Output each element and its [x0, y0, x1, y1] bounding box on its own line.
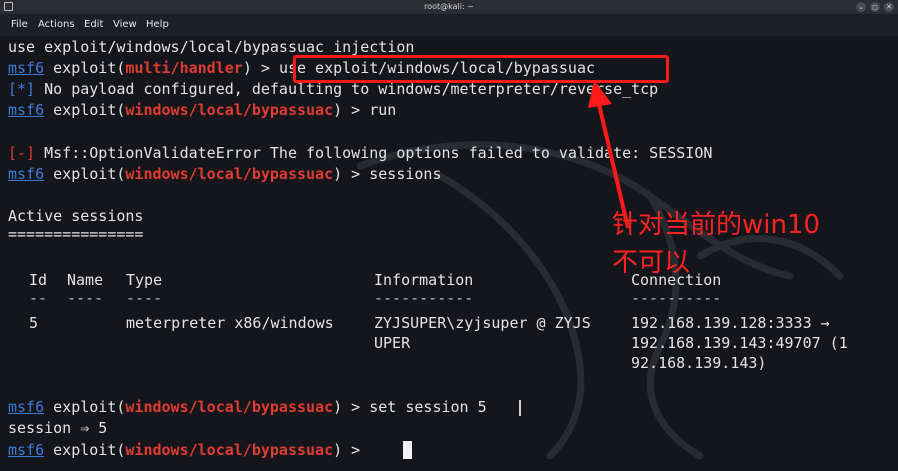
prompt-close: ) >: [333, 398, 370, 416]
terminal-current-prompt[interactable]: msf6 exploit(windows/local/bypassuac) >: [8, 440, 369, 460]
command-text: sessions: [369, 165, 442, 183]
menu-file[interactable]: File: [11, 19, 28, 30]
rule-connection: ----------: [631, 289, 722, 307]
header-type: Type: [126, 271, 163, 289]
terminal-output[interactable]: use exploit/windows/local/bypassuac inje…: [0, 36, 898, 471]
msf-prompt: msf6: [8, 165, 45, 183]
active-sessions-rule: ===============: [8, 225, 144, 243]
terminal-line-session-result: session ⇒ 5: [8, 419, 108, 437]
rule-id: --: [29, 289, 48, 307]
menu-help[interactable]: Help: [146, 19, 169, 30]
menu-actions[interactable]: Actions: [38, 19, 75, 30]
annotation-line2: 不可以: [612, 248, 691, 278]
cell-type: meterpreter x86/windows: [126, 314, 334, 332]
prompt-module: windows/local/bypassuac: [125, 441, 334, 459]
error-marker: [-]: [8, 144, 36, 162]
minimize-button[interactable]: ⌄: [856, 2, 866, 12]
active-sessions-title: Active sessions: [8, 207, 144, 225]
cell-id: 5: [29, 314, 39, 332]
msf-prompt: msf6: [8, 441, 45, 459]
window-title: root@kali: ~: [424, 2, 474, 11]
cell-connection-line1: 192.168.139.128:3333 →: [631, 314, 830, 332]
header-information: Information: [374, 271, 474, 289]
header-name: Name: [67, 271, 104, 289]
prompt-module: multi/handler: [125, 59, 243, 77]
window-titlebar: root@kali: ~ ⌄ ◻ ✕: [0, 0, 898, 14]
cell-connection-line3: 92.168.139.143): [631, 354, 767, 372]
prompt-exploit: exploit(: [44, 59, 126, 77]
msf-prompt: msf6: [8, 398, 45, 416]
terminal-line-sessions: msf6 exploit(windows/local/bypassuac) > …: [8, 164, 442, 184]
prompt-module: windows/local/bypassuac: [125, 165, 334, 183]
msf-prompt: msf6: [8, 101, 45, 119]
annotation-line1: 针对当前的win10: [612, 210, 821, 240]
cell-connection-line2: 192.168.139.143:49707 (1: [631, 334, 848, 352]
menu-edit[interactable]: Edit: [84, 19, 103, 30]
msf-prompt: msf6: [8, 59, 45, 77]
highlight-box: [293, 55, 669, 83]
prompt-module: windows/local/bypassuac: [125, 398, 334, 416]
maximize-button[interactable]: ◻: [870, 2, 880, 12]
prompt-close: ) >: [242, 59, 279, 77]
command-text: set session 5: [369, 398, 487, 416]
rule-type: ----: [126, 289, 163, 307]
menu-bar: File Actions Edit View Help: [0, 14, 898, 36]
terminal-block-cursor: [403, 441, 412, 459]
terminal-line-set-session: msf6 exploit(windows/local/bypassuac) > …: [8, 397, 487, 417]
rule-information: -----------: [374, 289, 474, 307]
prompt-close: ) >: [333, 101, 370, 119]
info-marker: [*]: [8, 80, 36, 98]
terminal-line-previous-command: use exploit/windows/local/bypassuac inje…: [8, 38, 415, 56]
annotation-note: 针对当前的win10 不可以: [612, 206, 820, 282]
menu-view[interactable]: View: [113, 19, 137, 30]
prompt-close: ) >: [333, 441, 370, 459]
rule-name: ----: [67, 289, 104, 307]
header-id: Id: [29, 271, 48, 289]
prompt-exploit: exploit(: [44, 165, 126, 183]
terminal-line-run: msf6 exploit(windows/local/bypassuac) > …: [8, 100, 396, 120]
prompt-module: windows/local/bypassuac: [125, 101, 334, 119]
text-ibeam-cursor-icon: [519, 400, 521, 416]
close-button[interactable]: ✕: [884, 2, 894, 12]
prompt-close: ) >: [333, 165, 370, 183]
cell-information-line1: ZYJSUPER\zyjsuper @ ZYJS: [374, 314, 591, 332]
command-text: run: [369, 101, 397, 119]
prompt-exploit: exploit(: [44, 101, 126, 119]
cell-information-line2: UPER: [374, 334, 411, 352]
prompt-exploit: exploit(: [44, 398, 126, 416]
prompt-exploit: exploit(: [44, 441, 126, 459]
